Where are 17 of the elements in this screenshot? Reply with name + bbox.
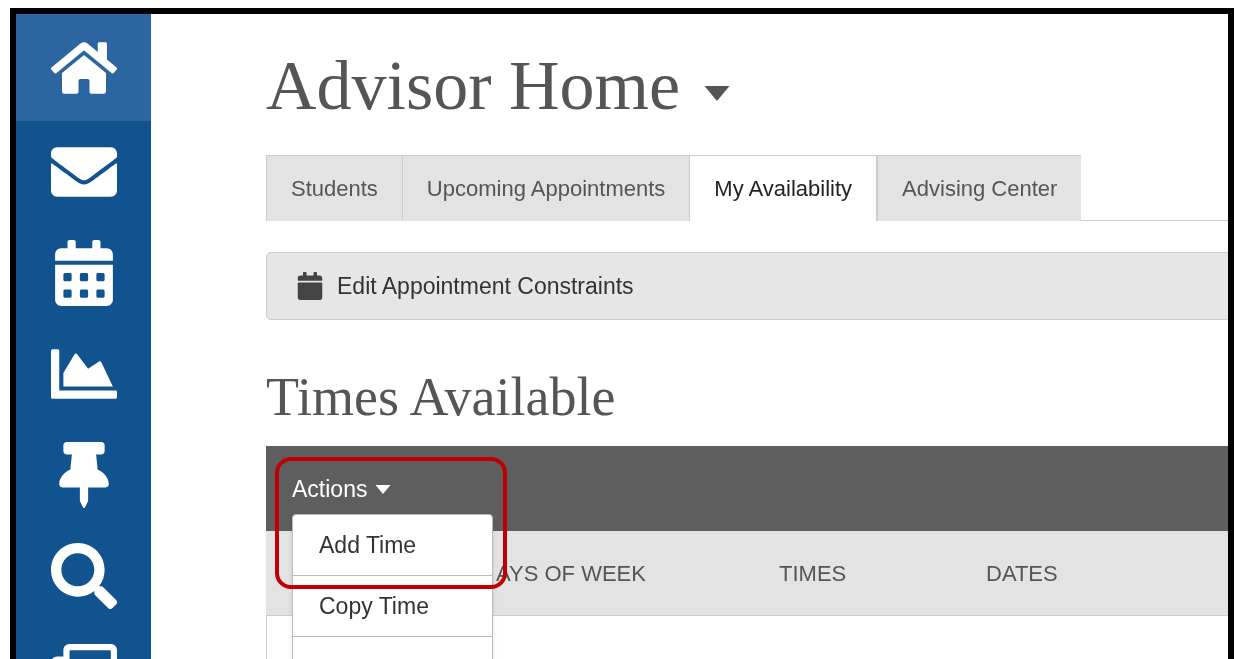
tab[interactable]: Upcoming Appointments [401, 155, 690, 221]
tab[interactable]: Advising Center [877, 155, 1082, 221]
caret-icon [375, 485, 392, 494]
actions-dropdown[interactable]: Actions [292, 472, 392, 507]
page-title: Advisor Home [266, 51, 681, 121]
sidebar-item[interactable] [16, 14, 151, 121]
tab[interactable]: Students [266, 155, 402, 221]
column-header: TIMES [779, 559, 848, 588]
section-title: Times Available [266, 370, 617, 429]
search-icon [50, 542, 117, 609]
column-header: DATES [986, 559, 1059, 588]
calendar-icon [297, 272, 323, 300]
menu-item[interactable]: Add Time [293, 515, 492, 576]
caret-icon[interactable] [704, 85, 731, 101]
tab[interactable]: My Availability [689, 155, 878, 221]
menu-item[interactable]: Copy Time [293, 576, 492, 637]
toolbar-button[interactable]: Edit Appointment Constraints [266, 252, 1228, 320]
